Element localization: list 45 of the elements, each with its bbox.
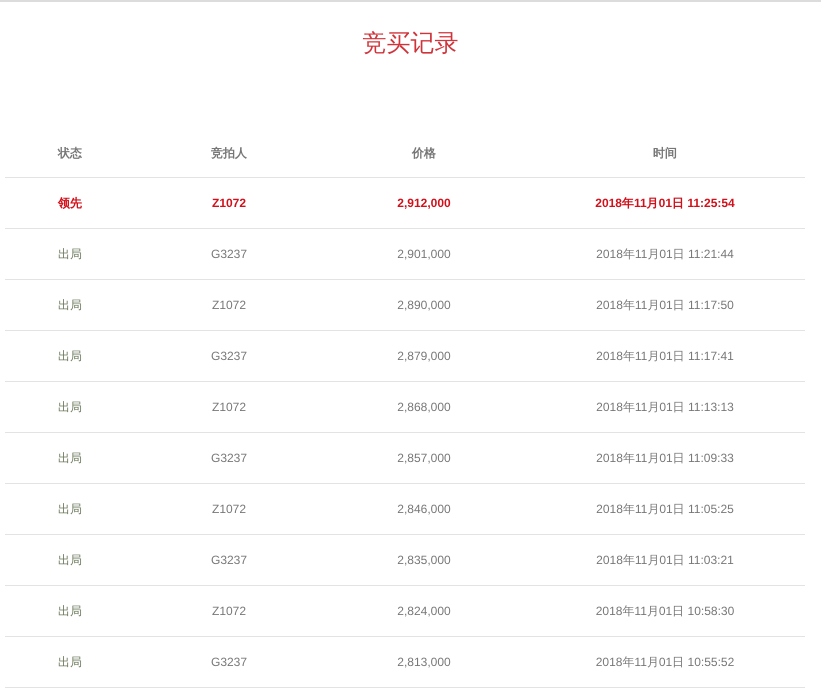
- time-cell: 2018年11月01日 11:25:54: [595, 194, 735, 212]
- price-cell: 2,835,000: [397, 553, 451, 567]
- status-cell: 领先: [58, 194, 82, 212]
- time-cell: 2018年11月01日 11:13:13: [596, 398, 734, 416]
- time-cell: 2018年11月01日 11:09:33: [596, 450, 734, 466]
- price-cell: 2,890,000: [397, 298, 451, 312]
- bidder-cell: Z1072: [212, 502, 246, 516]
- price-cell: 2,813,000: [397, 655, 451, 669]
- status-cell: 出局: [58, 398, 82, 416]
- bidder-cell: G3237: [210, 451, 248, 465]
- status-cell: 出局: [58, 500, 82, 518]
- price-cell: 2,879,000: [397, 349, 451, 363]
- price-cell: 2,824,000: [397, 604, 451, 618]
- price-cell: 2,868,000: [397, 400, 451, 414]
- bidder-cell: Z1072: [212, 196, 246, 210]
- time-cell: 2018年11月01日 10:58:30: [596, 602, 734, 620]
- status-cell: 出局: [58, 296, 82, 314]
- column-header: 价格: [412, 144, 436, 162]
- bidder-cell: Z1072: [212, 604, 246, 618]
- price-cell: 2,846,000: [397, 502, 451, 516]
- status-cell: 出局: [58, 654, 82, 670]
- status-cell: 出局: [58, 348, 82, 364]
- bidder-cell: G3237: [210, 655, 248, 669]
- time-cell: 2018年11月01日 10:55:52: [596, 654, 734, 670]
- time-cell: 2018年11月01日 11:17:50: [596, 296, 734, 314]
- bidder-cell: Z1072: [212, 298, 246, 312]
- time-cell: 2018年11月01日 11:21:44: [596, 246, 734, 262]
- time-cell: 2018年11月01日 11:17:41: [596, 348, 734, 364]
- bidder-cell: G3237: [210, 247, 248, 261]
- time-cell: 2018年11月01日 11:03:21: [596, 552, 734, 568]
- bidder-cell: Z1072: [212, 400, 246, 414]
- status-cell: 出局: [58, 602, 82, 620]
- bidder-cell: G3237: [210, 349, 248, 363]
- column-header: 时间: [653, 144, 677, 162]
- status-cell: 出局: [58, 246, 82, 262]
- status-cell: 出局: [58, 552, 82, 568]
- price-cell: 2,857,000: [397, 451, 451, 465]
- price-cell: 2,912,000: [397, 196, 451, 210]
- column-header: 竞拍人: [211, 144, 247, 162]
- bidder-cell: G3237: [210, 553, 248, 567]
- column-header: 状态: [58, 144, 82, 162]
- price-cell: 2,901,000: [397, 247, 451, 261]
- page-title: 竞买记录: [362, 29, 460, 59]
- status-cell: 出局: [58, 450, 82, 466]
- time-cell: 2018年11月01日 11:05:25: [596, 500, 734, 518]
